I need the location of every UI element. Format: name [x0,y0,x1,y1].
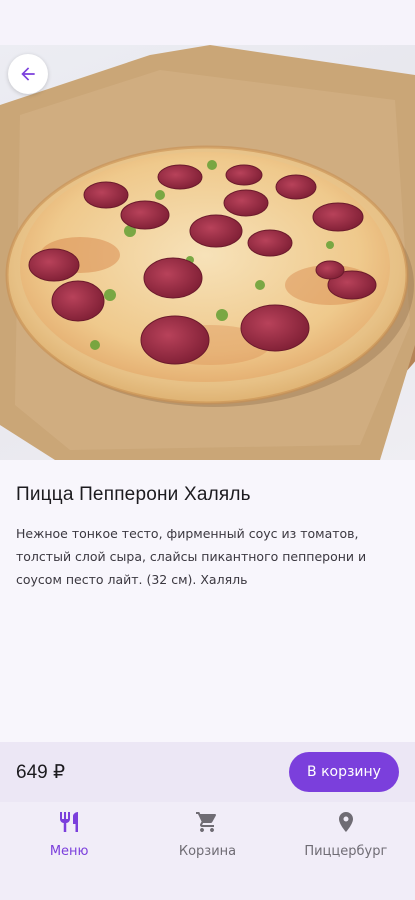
nav-item-pizzerburg[interactable]: Пиццербург [277,802,415,900]
product-price: 649 ₽ [16,761,66,783]
nav-label-cart: Корзина [178,844,237,859]
fork-knife-icon [57,810,81,834]
product-details: Пицца Пепперони Халяль Нежное тонкое тес… [0,460,415,742]
nav-label-pizzerburg: Пиццербург [304,844,388,859]
nav-label-menu: Меню [49,844,89,859]
purchase-bar: 649 ₽ В корзину [0,742,415,802]
bottom-navigation: Меню Корзина Пиццербург [0,802,415,900]
arrow-back-icon [21,67,35,81]
back-button[interactable] [8,54,48,94]
add-to-cart-button[interactable]: В корзину [289,752,399,792]
product-description: Нежное тонкое тесто, фирменный соус из т… [16,526,367,587]
product-image [0,45,415,460]
nav-item-menu[interactable]: Меню [0,802,138,900]
nav-item-cart[interactable]: Корзина [138,802,276,900]
location-pin-icon [334,810,358,834]
cart-icon [195,810,219,834]
status-bar [0,0,415,45]
pizza-photo [0,45,415,460]
product-title: Пицца Пепперони Халяль [16,484,251,505]
